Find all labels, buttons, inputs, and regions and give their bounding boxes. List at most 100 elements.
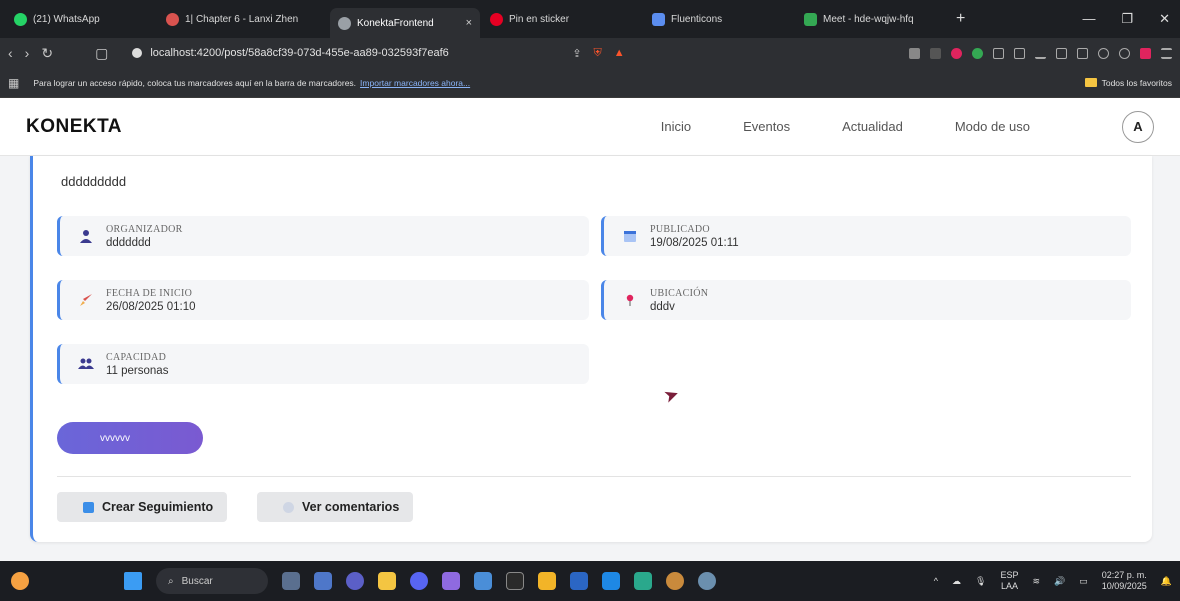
capacity-field: CAPACIDAD 11 personas (57, 344, 589, 384)
task-view-icon[interactable] (282, 572, 300, 590)
epic-games-icon[interactable] (506, 572, 524, 590)
browser-tab-bar: (21) WhatsApp 1| Chapter 6 - Lanxi Zhen … (0, 0, 1180, 38)
import-bookmarks-link[interactable]: Importar marcadores ahora... (360, 78, 470, 88)
extension-icon[interactable] (951, 47, 962, 59)
extensions-bar (909, 47, 1172, 59)
explorer-icon[interactable] (314, 572, 332, 590)
wallet-icon[interactable] (1098, 47, 1109, 59)
battery-icon[interactable]: ▭ (1079, 576, 1088, 587)
tab-fluenticons[interactable]: Fluenticons (644, 5, 794, 33)
all-favorites-folder[interactable]: Todos los favoritos (1084, 78, 1172, 88)
wifi-icon[interactable]: ≋ (1032, 576, 1040, 587)
close-window-icon[interactable]: ✕ (1159, 11, 1170, 27)
field-value: 26/08/2025 01:10 (106, 300, 196, 313)
menu-icon[interactable] (1161, 47, 1172, 59)
language-indicator[interactable]: ESP LAA (1000, 570, 1018, 592)
main-nav: Inicio Eventos Actualidad Modo de uso A (661, 110, 1154, 143)
nav-modo-de-uso[interactable]: Modo de uso (955, 119, 1030, 134)
tab-chapter[interactable]: 1| Chapter 6 - Lanxi Zhen (158, 5, 328, 33)
sidebar-icon[interactable] (1056, 47, 1067, 59)
extensions-puzzle-icon[interactable] (993, 47, 1004, 59)
bookmarks-bar: ▦ Para lograr un acceso rápido, coloca t… (0, 68, 1180, 98)
bookmarks-hint: Para lograr un acceso rápido, coloca tus… (33, 77, 357, 88)
steam-icon[interactable] (474, 572, 492, 590)
chrome-icon[interactable] (698, 572, 716, 590)
search-label: Buscar (181, 575, 213, 587)
url-field[interactable]: localhost:4200/post/58a8cf39-073d-455e-a… (132, 42, 532, 64)
chevron-up-icon[interactable]: ^ (934, 576, 938, 586)
discord-icon[interactable] (410, 572, 428, 590)
nav-eventos[interactable]: Eventos (743, 119, 790, 134)
vpn-icon[interactable] (1119, 47, 1130, 59)
extension-icon[interactable] (930, 47, 941, 59)
tab-pinterest[interactable]: Pin en sticker (482, 5, 642, 33)
tabs-icon[interactable] (1077, 47, 1088, 59)
share-icon[interactable]: ⇪ (572, 47, 581, 60)
bookmark-icon[interactable]: ▢ (95, 45, 108, 62)
leo-icon[interactable] (1140, 47, 1151, 59)
new-tab-button[interactable]: + (956, 10, 965, 28)
notification-bell-icon[interactable]: 🔔 (1161, 576, 1172, 587)
field-label: FECHA DE INICIO (106, 287, 193, 299)
tab-title: KonektaFrontend (357, 17, 434, 29)
clock-time: 02:27 p. m. (1101, 570, 1147, 580)
windows-start-icon[interactable] (124, 572, 142, 590)
back-icon[interactable]: ‹ (8, 45, 13, 61)
screenshot-icon[interactable] (1014, 47, 1025, 59)
forward-icon[interactable]: › (25, 45, 30, 61)
store-icon[interactable] (538, 572, 556, 590)
folder-icon (1084, 78, 1097, 87)
widgets[interactable] (0, 572, 40, 590)
word-icon[interactable] (570, 572, 588, 590)
extension-icon[interactable] (909, 47, 920, 59)
address-actions: ⇪ ⛨ ▲ (572, 47, 624, 60)
user-avatar[interactable]: A (1122, 110, 1154, 143)
language-layout: LAA (1000, 581, 1018, 591)
shield-icon[interactable]: ⛨ (594, 47, 602, 60)
extension-icon[interactable] (972, 47, 983, 59)
nav-inicio[interactable]: Inicio (661, 119, 691, 134)
field-value: dddv (650, 300, 675, 313)
reload-icon[interactable]: ↻ (41, 45, 53, 62)
location-field: UBICACIÓN dddv (601, 280, 1131, 320)
mic-icon[interactable]: 🎙 (975, 576, 986, 587)
weather-icon (11, 572, 29, 590)
tab-meet[interactable]: Meet - hde-wqjw-hfq (796, 5, 946, 33)
chat-icon[interactable] (346, 572, 364, 590)
url-text: localhost:4200/post/58a8cf39-073d-455e-a… (150, 47, 449, 59)
button-label: Crear Seguimiento (102, 500, 214, 514)
tab-title: Meet - hde-wqjw-hfq (823, 13, 914, 25)
game-icon[interactable] (666, 572, 684, 590)
web-page: KONEKTA Inicio Eventos Actualidad Modo d… (0, 98, 1180, 561)
apps-grid-icon[interactable]: ▦ (8, 76, 19, 90)
map-pin-icon (622, 292, 638, 308)
maximize-icon[interactable]: ❐ (1121, 11, 1133, 27)
comment-icon (283, 501, 294, 513)
cloud-icon[interactable]: ☁ (952, 576, 961, 587)
tab-whatsapp[interactable]: (21) WhatsApp (6, 5, 156, 33)
site-info-icon[interactable] (132, 48, 143, 58)
taskbar-search[interactable]: ⌕ Buscar (156, 568, 268, 594)
create-follow-button[interactable]: Crear Seguimiento (57, 492, 228, 522)
nav-actualidad[interactable]: Actualidad (842, 119, 903, 134)
tab-konekta[interactable]: KonektaFrontend × (330, 8, 480, 38)
category-tag[interactable]: vvvvvv (57, 422, 203, 454)
site-logo[interactable]: KONEKTA (26, 116, 122, 138)
clock[interactable]: 02:27 p. m. 10/09/2025 (1102, 570, 1147, 592)
site-header: KONEKTA Inicio Eventos Actualidad Modo d… (0, 98, 1180, 156)
vs-icon[interactable] (634, 572, 652, 590)
vscode-icon[interactable] (602, 572, 620, 590)
files-icon[interactable] (378, 572, 396, 590)
meet-icon (804, 12, 817, 26)
download-icon[interactable] (1035, 48, 1046, 59)
volume-icon[interactable]: 🔊 (1054, 576, 1065, 587)
view-comments-button[interactable]: Ver comentarios (257, 492, 414, 522)
people-icon (78, 356, 94, 372)
minimize-icon[interactable]: — (1082, 11, 1095, 27)
app-icon[interactable] (442, 572, 460, 590)
rewards-icon[interactable]: ▲ (614, 47, 625, 60)
field-label: PUBLICADO (650, 223, 710, 235)
close-tab-icon[interactable]: × (466, 17, 472, 29)
globe-icon (338, 16, 351, 30)
field-value: 11 personas (106, 364, 169, 377)
